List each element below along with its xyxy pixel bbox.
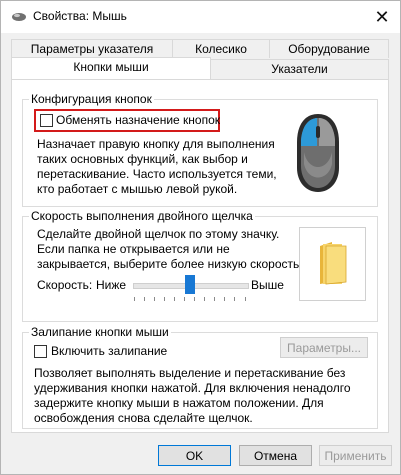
speed-slow-label: Ниже (96, 278, 127, 292)
test-area[interactable] (299, 227, 366, 301)
slider-tick (154, 297, 155, 301)
click-lock-group: Залипание кнопки мыши Включить залипание… (22, 325, 378, 429)
window-title: Свойства: Мышь (33, 9, 127, 23)
slider-tick (224, 297, 225, 301)
title-bar: Свойства: Мышь ✕ (1, 1, 400, 33)
tab-pointer-options[interactable]: Параметры указателя (11, 39, 173, 58)
description-line: Если папка не открывается или не (37, 242, 230, 256)
slider-tick (214, 297, 215, 301)
tab-hardware[interactable]: Оборудование (269, 39, 389, 58)
slider-tick (245, 297, 246, 301)
speed-slider-thumb[interactable] (185, 275, 195, 294)
description-line: Сделайте двойной щелчок по этому значку. (37, 227, 280, 241)
tab-wheel[interactable]: Колесико (172, 39, 270, 58)
close-icon[interactable]: ✕ (364, 1, 400, 33)
description-line: перетаскивание. Часто используется теми, (37, 167, 277, 181)
tab-content-panel: Конфигурация кнопок Обменять назначение … (11, 79, 389, 433)
cancel-button[interactable]: Отмена (239, 445, 312, 466)
tab-strip: Параметры указателя Колесико Оборудовани… (11, 39, 389, 79)
description-line: кто работает с мышью левой рукой. (37, 182, 238, 196)
slider-tick (134, 297, 135, 301)
click-lock-checkbox[interactable] (34, 345, 47, 358)
slider-tick (204, 297, 205, 301)
description-line: Позволяет выполнять выделение и перетаск… (34, 366, 346, 380)
description-line: удерживания кнопки нажатой. Для включени… (34, 381, 351, 395)
description-line: задержите кнопку мыши в нажатом положени… (34, 396, 324, 410)
tab-buttons[interactable]: Кнопки мыши (11, 57, 211, 79)
slider-tick (144, 297, 145, 301)
description-line: таких основных функций, как выбор и (37, 152, 248, 166)
double-click-group: Скорость выполнения двойного щелчка Сдел… (22, 209, 378, 322)
tab-pointers[interactable]: Указатели (210, 59, 389, 79)
swap-buttons-label[interactable]: Обменять назначение кнопок (56, 113, 220, 128)
slider-tick (184, 297, 185, 301)
description-line: Назначает правую кнопку для выполнения (37, 137, 275, 151)
group-label: Конфигурация кнопок (29, 92, 154, 106)
apply-button[interactable]: Применить (319, 445, 392, 466)
button-config-group: Конфигурация кнопок Обменять назначение … (22, 92, 378, 207)
click-lock-label[interactable]: Включить залипание (51, 344, 167, 359)
group-label: Залипание кнопки мыши (29, 325, 171, 339)
speed-label: Скорость: (37, 278, 93, 292)
slider-tick (234, 297, 235, 301)
mouse-icon (294, 112, 342, 197)
slider-tick (194, 297, 195, 301)
slider-tick (174, 297, 175, 301)
speed-fast-label: Выше (251, 278, 284, 292)
mouse-app-icon (11, 10, 27, 27)
click-lock-settings-button[interactable]: Параметры... (280, 337, 368, 358)
swap-buttons-checkbox[interactable] (40, 114, 53, 127)
folder-icon[interactable] (318, 240, 348, 289)
group-label: Скорость выполнения двойного щелчка (29, 209, 255, 223)
description-line: закрывается, выберите более низкую скоро… (37, 257, 303, 271)
slider-tick (164, 297, 165, 301)
description-line: освобождения снова сделайте щелчок. (34, 411, 253, 425)
mouse-properties-window: Свойства: Мышь ✕ Параметры указателя Кол… (0, 0, 401, 475)
ok-button[interactable]: OK (158, 445, 231, 466)
